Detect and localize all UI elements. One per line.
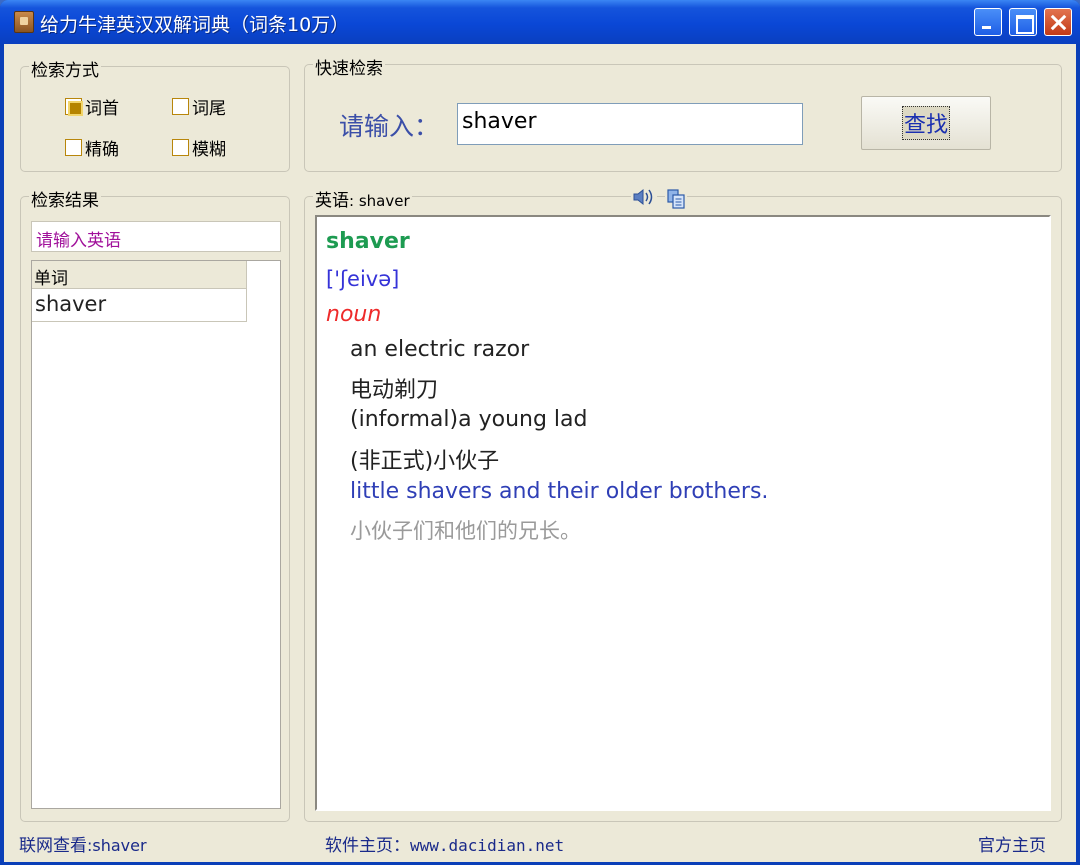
option-exact-label: 精确 <box>85 140 119 160</box>
results-group: 检索结果 请输入英语 单词 shaver <box>20 186 290 822</box>
option-exact[interactable]: 精确 <box>65 135 119 160</box>
search-mode-legend: 检索方式 <box>29 56 101 81</box>
entry-example: little shavers and their older brothers. <box>350 479 769 504</box>
homepage-label: 软件主页： <box>325 836 410 856</box>
find-button-label: 查找 <box>901 106 950 140</box>
homepage-link[interactable]: 软件主页：www.dacidian.net <box>325 831 564 856</box>
quick-search-group: 快速检索 请输入： shaver 查找 <box>304 54 1062 172</box>
dictionary-book-icon[interactable] <box>14 11 34 33</box>
entry-definition-cn: (非正式)小伙子 <box>350 449 500 474</box>
close-button[interactable] <box>1044 8 1072 36</box>
entry-content[interactable]: shaver ['ʃeivə] noun an electric razor 电… <box>315 215 1051 811</box>
entry-headword: shaver <box>326 229 410 254</box>
speaker-icon[interactable] <box>631 187 657 207</box>
option-suffix[interactable]: 词尾 <box>172 94 226 119</box>
quick-search-legend: 快速检索 <box>313 54 385 79</box>
app-window: 给力牛津英汉双解词典（词条10万） 检索方式 词首 词尾 精确 模糊 快速检索 … <box>0 0 1080 865</box>
list-column-header[interactable]: 单词 <box>32 261 247 289</box>
search-input[interactable]: shaver <box>457 103 803 145</box>
checkbox-exact[interactable] <box>65 139 82 156</box>
find-button[interactable]: 查找 <box>861 96 991 150</box>
option-prefix-label: 词首 <box>85 99 119 119</box>
entry-legend-prefix: 英语 <box>315 191 349 211</box>
results-list[interactable]: 单词 shaver <box>31 260 281 809</box>
entry-definition: an electric razor <box>350 337 530 362</box>
list-item[interactable]: shaver <box>32 289 247 322</box>
entry-legend-word: : shaver <box>349 192 410 210</box>
search-prompt: 请输入： <box>339 112 440 141</box>
entry-definition: (informal)a young lad <box>350 407 588 432</box>
window-title: 给力牛津英汉双解词典（词条10万） <box>40 14 350 36</box>
option-suffix-label: 词尾 <box>192 99 226 119</box>
results-filter-input[interactable]: 请输入英语 <box>31 221 281 252</box>
search-mode-group: 检索方式 词首 词尾 精确 模糊 <box>20 56 290 172</box>
maximize-button[interactable] <box>1009 8 1037 36</box>
online-lookup-link[interactable]: 联网查看:shaver <box>19 831 147 856</box>
online-lookup-label: 联网查看 <box>19 836 87 856</box>
option-fuzzy-label: 模糊 <box>192 140 226 160</box>
homepage-url: www.dacidian.net <box>410 836 565 855</box>
title-bar[interactable]: 给力牛津英汉双解词典（词条10万） <box>0 0 1080 44</box>
entry-group: 英语: shaver shaver ['ʃeivə] noun an elect… <box>304 186 1062 822</box>
client-area: 检索方式 词首 词尾 精确 模糊 快速检索 请输入： shaver 查找 检索结… <box>4 44 1076 862</box>
results-legend: 检索结果 <box>29 186 101 211</box>
official-homepage-link[interactable]: 官方主页 <box>978 831 1046 856</box>
copy-icon[interactable] <box>665 188 687 210</box>
checkbox-fuzzy[interactable] <box>172 139 189 156</box>
option-fuzzy[interactable]: 模糊 <box>172 135 226 160</box>
entry-definition-cn: 电动剃刀 <box>350 378 439 403</box>
option-prefix[interactable]: 词首 <box>65 94 119 119</box>
entry-phonetic: ['ʃeivə] <box>326 267 400 291</box>
online-lookup-word: :shaver <box>87 836 147 855</box>
checkbox-prefix[interactable] <box>65 98 83 116</box>
minimize-button[interactable] <box>974 8 1002 36</box>
entry-part-of-speech: noun <box>326 302 382 327</box>
entry-legend: 英语: shaver <box>313 186 412 211</box>
entry-example-cn: 小伙子们和他们的兄长。 <box>350 519 581 543</box>
checkbox-suffix[interactable] <box>172 98 189 115</box>
